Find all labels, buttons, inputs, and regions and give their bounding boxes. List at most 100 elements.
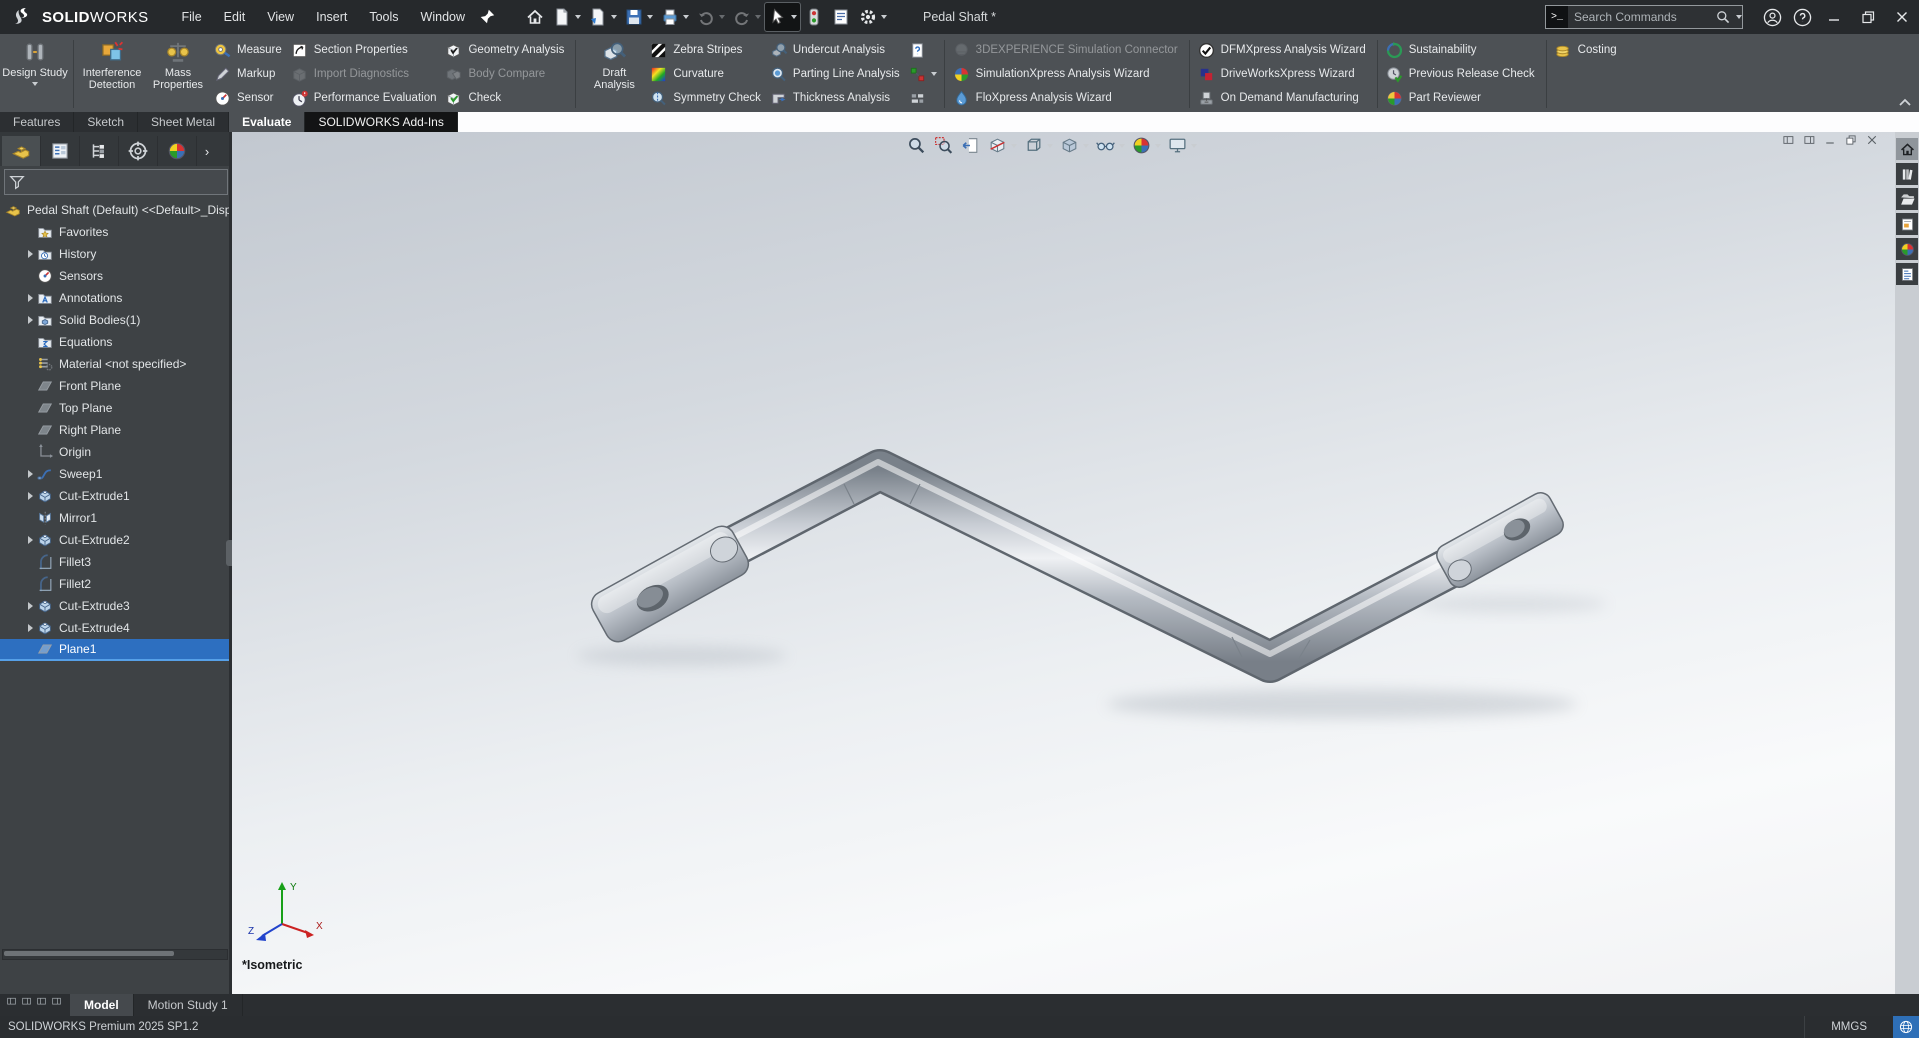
menu-insert[interactable]: Insert: [305, 2, 358, 32]
options-button[interactable]: [855, 3, 890, 31]
edit-appearance-button[interactable]: [1129, 133, 1163, 158]
panel-tab-featuremanager-design-tree[interactable]: [2, 136, 41, 166]
dropdown-caret-icon[interactable]: [1155, 144, 1161, 148]
hide-show-items-button[interactable]: [1093, 133, 1127, 158]
expand-arrow-icon[interactable]: [24, 624, 36, 632]
task-pane-view-palette-button[interactable]: [1896, 213, 1918, 235]
ribbon-sensor-button[interactable]: Sensor: [211, 86, 288, 110]
section-view-button[interactable]: [985, 133, 1019, 158]
tree-item-right-plane[interactable]: Right Plane: [0, 419, 232, 441]
dropdown-caret-icon[interactable]: [881, 15, 887, 19]
dropdown-caret-icon[interactable]: [647, 15, 653, 19]
display-style-button[interactable]: [1057, 133, 1091, 158]
ribbon-3dexperience-simulation-connector-button[interactable]: 3DEXPERIENCE Simulation Connector: [950, 38, 1184, 62]
tree-item-history[interactable]: History: [0, 243, 232, 265]
previous-view-button[interactable]: [958, 133, 983, 158]
ribbon-check-document-button[interactable]: [906, 38, 939, 62]
tree-horizontal-scrollbar[interactable]: [2, 949, 228, 960]
tree-item-front-plane[interactable]: Front Plane: [0, 375, 232, 397]
expand-arrow-icon[interactable]: [24, 492, 36, 500]
ribbon-section-properties-button[interactable]: Section Properties: [288, 38, 443, 62]
dropdown-caret-icon[interactable]: [755, 15, 761, 19]
view-orientation-button[interactable]: [1021, 133, 1055, 158]
tree-item-origin[interactable]: Origin: [0, 441, 232, 463]
ribbon-compare-tools-button[interactable]: [906, 62, 939, 86]
ribbon-body-compare-button[interactable]: Body Compare: [442, 62, 570, 86]
ribbon-interference-detection-button[interactable]: Interference Detection: [79, 36, 145, 112]
search-icon[interactable]: [1715, 9, 1731, 25]
scrollbar-thumb[interactable]: [4, 951, 174, 956]
panel-tabs-overflow-icon[interactable]: ›: [197, 136, 217, 166]
dropdown-caret-icon[interactable]: [1047, 144, 1053, 148]
ribbon-parting-line-analysis-button[interactable]: Parting Line Analysis: [767, 62, 906, 86]
tree-filter-input[interactable]: [29, 174, 227, 190]
ribbon-symmetry-check-button[interactable]: Symmetry Check: [647, 86, 767, 110]
new-file-button[interactable]: [549, 3, 584, 31]
split-pane-1-button[interactable]: [6, 996, 19, 1014]
ribbon-check-button[interactable]: Check: [442, 86, 570, 110]
restore-window-button[interactable]: [1851, 0, 1885, 34]
bottom-tab-motion-study-1[interactable]: Motion Study 1: [134, 994, 243, 1016]
ribbon-dfmxpress-analysis-wizard-button[interactable]: DFMXpress Analysis Wizard: [1195, 38, 1372, 62]
close-window-button[interactable]: [1885, 0, 1919, 34]
ribbon-undercut-analysis-button[interactable]: Undercut Analysis: [767, 38, 906, 62]
dropdown-caret-icon[interactable]: [1011, 144, 1017, 148]
tab-solidworks-add-ins[interactable]: SOLIDWORKS Add-Ins: [305, 112, 457, 132]
dropdown-caret-icon[interactable]: [1191, 144, 1197, 148]
split-pane-2-button[interactable]: [21, 996, 34, 1014]
tree-item-solid-bodies-1[interactable]: Solid Bodies(1): [0, 309, 232, 331]
bottom-tab-model[interactable]: Model: [70, 994, 134, 1016]
task-pane-home-button[interactable]: [1896, 138, 1918, 160]
expand-arrow-icon[interactable]: [24, 294, 36, 302]
tree-item-favorites[interactable]: Favorites: [0, 221, 232, 243]
dock-pane-left-button[interactable]: [1782, 134, 1797, 154]
ribbon-curvature-button[interactable]: Curvature: [647, 62, 767, 86]
dropdown-caret-icon[interactable]: [791, 15, 797, 19]
tab-features[interactable]: Features: [0, 112, 74, 132]
ribbon-draft-analysis-button[interactable]: Draft Analysis: [581, 36, 647, 112]
tree-item-equations[interactable]: Equations: [0, 331, 232, 353]
dropdown-caret-icon[interactable]: [1119, 144, 1125, 148]
tree-item-cut-extrude2[interactable]: Cut-Extrude2: [0, 529, 232, 551]
dropdown-caret-icon[interactable]: [575, 15, 581, 19]
ribbon-import-diagnostics-button[interactable]: Import Diagnostics: [288, 62, 443, 86]
menu-edit[interactable]: Edit: [213, 2, 257, 32]
ribbon-floxpress-analysis-wizard-button[interactable]: FloXpress Analysis Wizard: [950, 86, 1184, 110]
zoom-to-area-button[interactable]: [931, 133, 956, 158]
expand-arrow-icon[interactable]: [24, 536, 36, 544]
ribbon-geometry-analysis-button[interactable]: Geometry Analysis: [442, 38, 570, 62]
task-pane-appearances-scenes-button[interactable]: [1896, 238, 1918, 260]
dropdown-caret-icon[interactable]: [931, 72, 937, 76]
panel-tab-display-manager[interactable]: [158, 136, 197, 166]
dropdown-caret-icon[interactable]: [719, 15, 725, 19]
dropdown-caret-icon[interactable]: [1083, 144, 1089, 148]
search-dropdown-icon[interactable]: [1736, 15, 1742, 19]
task-pane-file-explorer-button[interactable]: [1896, 188, 1918, 210]
tree-item-annotations[interactable]: Annotations: [0, 287, 232, 309]
tree-item-cut-extrude3[interactable]: Cut-Extrude3: [0, 595, 232, 617]
dropdown-caret-icon[interactable]: [32, 82, 38, 86]
tab-sheet-metal[interactable]: Sheet Metal: [138, 112, 229, 132]
save-button[interactable]: [621, 3, 656, 31]
expand-arrow-icon[interactable]: [24, 316, 36, 324]
expand-arrow-icon[interactable]: [24, 602, 36, 610]
dock-pane-right-button[interactable]: [1803, 134, 1818, 154]
panel-tab-dimxpert-manager[interactable]: [119, 136, 158, 166]
tab-evaluate[interactable]: Evaluate: [229, 112, 305, 132]
tree-item-plane1[interactable]: Plane1: [0, 639, 232, 661]
menu-view[interactable]: View: [256, 2, 305, 32]
split-pane-4-button[interactable]: [51, 996, 64, 1014]
ribbon-on-demand-manufacturing-button[interactable]: On Demand Manufacturing: [1195, 86, 1372, 110]
ribbon-sustainability-button[interactable]: Sustainability: [1383, 38, 1541, 62]
tree-item-material-not-specified[interactable]: Material <not specified>: [0, 353, 232, 375]
graphics-area[interactable]: Y X Z *Isometric: [232, 132, 1895, 994]
ribbon-part-reviewer-button[interactable]: Part Reviewer: [1383, 86, 1541, 110]
undo-button[interactable]: [693, 3, 728, 31]
open-file-button[interactable]: [585, 3, 620, 31]
ribbon-analysis-tools-button[interactable]: [906, 86, 939, 110]
select-button[interactable]: [765, 3, 800, 31]
ribbon-driveworksxpress-wizard-button[interactable]: DriveWorksXpress Wizard: [1195, 62, 1372, 86]
tree-item-cut-extrude1[interactable]: Cut-Extrude1: [0, 485, 232, 507]
collapse-ribbon-icon[interactable]: [1897, 96, 1913, 108]
ribbon-previous-release-check-button[interactable]: Previous Release Check: [1383, 62, 1541, 86]
